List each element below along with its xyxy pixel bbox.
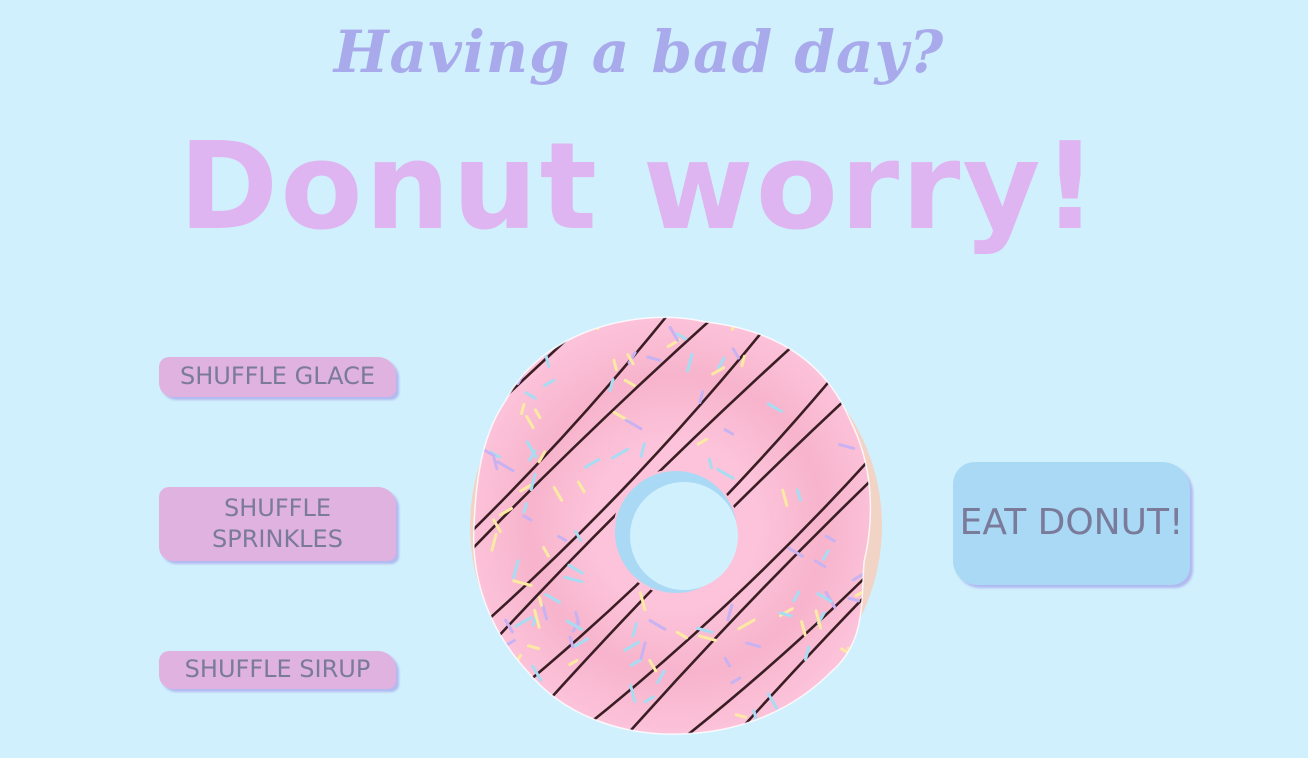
sprinkle bbox=[588, 317, 600, 331]
title-heading: Donut worry! bbox=[178, 118, 1100, 257]
sprinkle bbox=[838, 712, 848, 727]
sprinkle bbox=[537, 689, 546, 702]
page: Having a bad day? Donut worry! SHUFFLE G… bbox=[0, 0, 1308, 758]
sprinkle bbox=[839, 354, 850, 363]
sprinkle bbox=[511, 345, 524, 355]
sprinkle bbox=[537, 596, 543, 607]
sprinkle bbox=[802, 720, 810, 735]
sprinkle bbox=[780, 721, 790, 735]
sprinkle bbox=[507, 696, 526, 708]
sprinkle bbox=[531, 615, 537, 627]
sprinkle bbox=[861, 321, 870, 334]
subtitle-heading: Having a bad day? bbox=[333, 18, 945, 86]
sprinkle bbox=[802, 715, 822, 723]
sprinkle bbox=[507, 364, 515, 382]
donut-hole-center bbox=[630, 482, 738, 590]
sprinkle bbox=[546, 720, 555, 733]
shuffle-sprinkles-button[interactable]: SHUFFLE SPRINKLES bbox=[159, 487, 396, 561]
sprinkle bbox=[516, 317, 526, 329]
sprinkle bbox=[825, 324, 841, 335]
donut[interactable] bbox=[466, 312, 886, 738]
sprinkle bbox=[480, 412, 495, 419]
sprinkle bbox=[545, 317, 552, 329]
donut-illustration bbox=[470, 316, 882, 735]
eat-donut-button[interactable]: EAT DONUT! bbox=[953, 462, 1190, 585]
sprinkle bbox=[512, 682, 525, 691]
shuffle-sirup-button[interactable]: SHUFFLE SIRUP bbox=[159, 651, 396, 689]
sprinkle bbox=[484, 370, 499, 381]
shuffle-glace-button[interactable]: SHUFFLE GLACE bbox=[159, 357, 396, 397]
